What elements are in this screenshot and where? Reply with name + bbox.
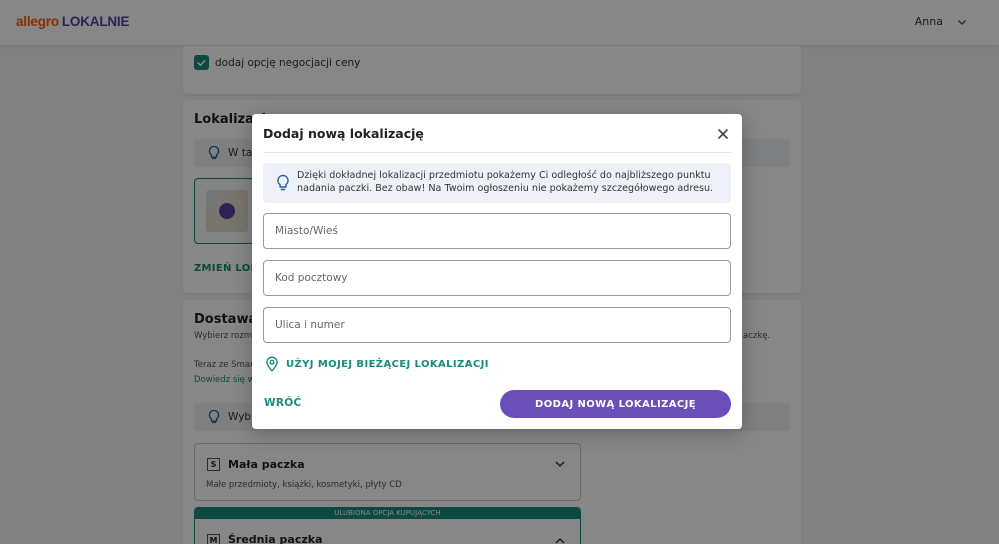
close-icon[interactable] (716, 127, 730, 141)
dialog-title: Dodaj nową lokalizację (263, 126, 424, 141)
location-pin-icon (266, 356, 278, 372)
lightbulb-icon (277, 174, 289, 191)
postal-code-input[interactable] (263, 260, 731, 296)
street-input[interactable] (263, 307, 731, 343)
add-location-submit-button[interactable]: DODAJ NOWĄ LOKALIZACJĘ (500, 390, 731, 418)
use-current-location-label: UŻYJ MOJEJ BIEŻĄCEJ LOKALIZACJI (286, 358, 489, 370)
dialog-info-box: Dzięki dokładnej lokalizacji przedmiotu … (263, 163, 731, 203)
dialog-info-text: Dzięki dokładnej lokalizacji przedmiotu … (297, 170, 714, 194)
add-location-dialog: Dodaj nową lokalizację Dzięki dokładnej … (252, 114, 742, 429)
back-button[interactable]: WRÓĆ (264, 397, 302, 409)
city-input[interactable] (263, 213, 731, 249)
dialog-divider (263, 152, 731, 153)
use-current-location-button[interactable]: UŻYJ MOJEJ BIEŻĄCEJ LOKALIZACJI (264, 356, 489, 372)
